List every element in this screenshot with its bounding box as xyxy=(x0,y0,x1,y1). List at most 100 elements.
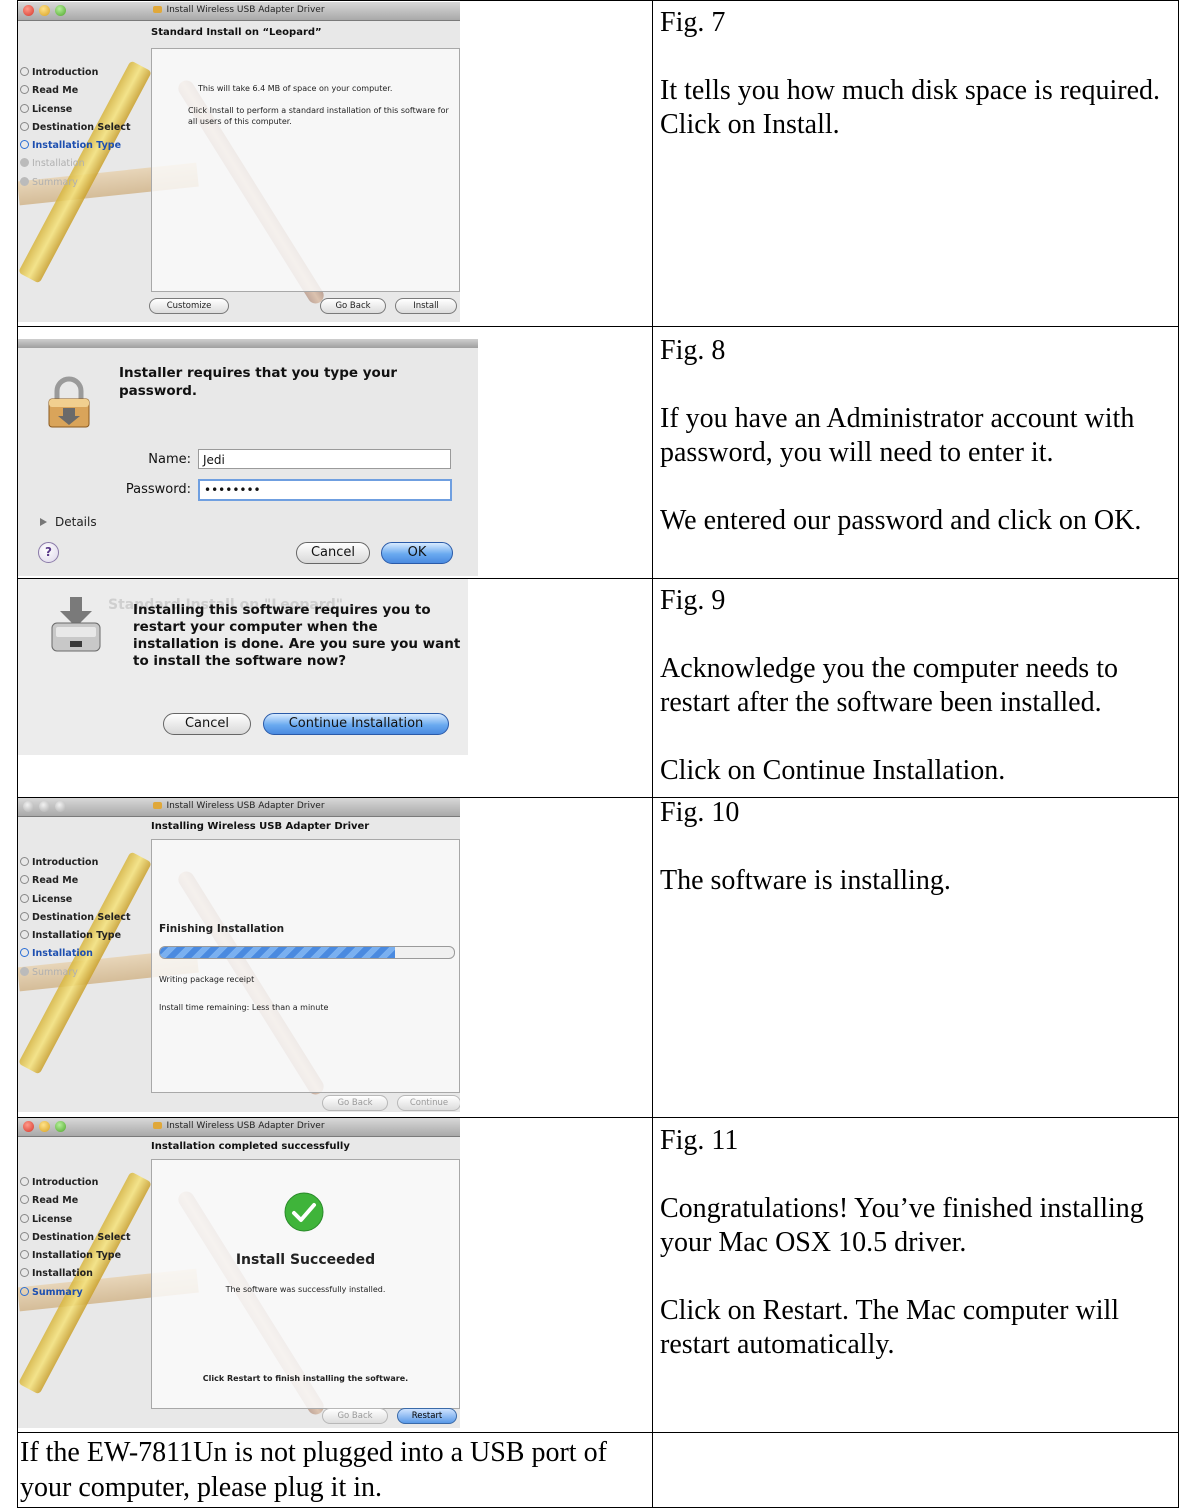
title-bar[interactable]: Install Wireless USB Adapter Driver xyxy=(18,2,460,21)
step-bullet-icon xyxy=(20,930,29,940)
cancel-button[interactable]: Cancel xyxy=(163,713,251,735)
step-bullet-icon xyxy=(20,911,29,921)
page-heading: Installation completed successfully xyxy=(151,1141,350,1152)
window-title: Install Wireless USB Adapter Driver xyxy=(18,1121,460,1131)
fig9-text-2: Click on Continue Installation. xyxy=(660,755,1006,786)
content-panel: Finishing Installation Writing package r… xyxy=(151,839,460,1093)
fig9-label: Fig. 9 xyxy=(660,585,726,616)
continue-button[interactable]: Continue xyxy=(397,1095,460,1111)
step-bullet-icon xyxy=(20,966,29,976)
step-installation-type: Installation Type xyxy=(20,1247,131,1265)
step-installation-type: Installation Type xyxy=(20,137,131,155)
step-license: License xyxy=(20,101,131,119)
package-icon xyxy=(153,802,163,809)
step-bullet-icon xyxy=(20,875,29,885)
name-field[interactable]: Jedi xyxy=(198,449,451,469)
cancel-button[interactable]: Cancel xyxy=(296,542,370,564)
step-bullet-icon xyxy=(20,1286,29,1296)
window-title: Install Wireless USB Adapter Driver xyxy=(18,801,460,811)
customize-button[interactable]: Customize xyxy=(149,298,229,314)
step-bullet-icon xyxy=(20,176,29,186)
row-divider-1 xyxy=(17,326,1179,327)
fig7-text: It tells you how much disk space is requ… xyxy=(660,75,1161,140)
step-destination-select: Destination Select xyxy=(20,1229,131,1247)
step-list: Introduction Read Me License Destination… xyxy=(20,1174,131,1302)
step-introduction: Introduction xyxy=(20,1174,131,1192)
go-back-button[interactable]: Go Back xyxy=(322,1408,388,1424)
password-field[interactable]: •••••••• xyxy=(198,479,452,501)
column-divider xyxy=(652,0,653,1508)
fig10-label: Fig. 10 xyxy=(660,797,740,828)
fig11-text-2: Click on Restart. The Mac computer will … xyxy=(660,1295,1120,1360)
fig10-description: Fig. 10 The software is installing. xyxy=(660,796,1175,898)
package-icon xyxy=(153,6,163,13)
table-border-bottom xyxy=(17,1507,1179,1508)
install-description-text: Click Install to perform a standard inst… xyxy=(188,106,449,126)
restart-message: Installing this software requires you to… xyxy=(133,602,461,669)
go-back-button[interactable]: Go Back xyxy=(322,1095,388,1111)
installer-disk-icon xyxy=(51,597,101,652)
ok-button[interactable]: OK xyxy=(381,542,453,564)
continue-installation-button[interactable]: Continue Installation xyxy=(263,713,449,735)
step-bullet-icon xyxy=(20,1250,29,1260)
step-bullet-icon xyxy=(20,1231,29,1241)
fig9-description: Fig. 9 Acknowledge you the computer need… xyxy=(660,584,1175,788)
step-introduction: Introduction xyxy=(20,64,131,82)
step-bullet-icon xyxy=(20,1177,29,1186)
fig7-description: Fig. 7 It tells you how much disk space … xyxy=(660,6,1175,142)
window-title: Install Wireless USB Adapter Driver xyxy=(18,5,460,15)
restart-button[interactable]: Restart xyxy=(397,1408,457,1424)
install-result: Install Succeeded xyxy=(235,1252,376,1268)
step-installation: Installation xyxy=(20,155,131,173)
status-text: Writing package receipt xyxy=(159,975,255,984)
step-bullet-icon xyxy=(20,1195,29,1205)
step-bullet-icon xyxy=(20,1213,29,1223)
help-button[interactable]: ? xyxy=(38,542,59,563)
step-bullet-icon xyxy=(20,67,29,76)
fig8-label: Fig. 8 xyxy=(660,335,726,366)
step-destination-select: Destination Select xyxy=(20,909,131,927)
progress-bar xyxy=(159,946,455,959)
fig8-text-1: If you have an Administrator account wit… xyxy=(660,403,1135,468)
installer-window-fig11: Install Wireless USB Adapter Driver Inst… xyxy=(18,1118,460,1428)
step-bullet-icon xyxy=(20,121,29,131)
checkmark-icon xyxy=(284,1192,324,1232)
fig10-text: The software is installing. xyxy=(660,865,951,896)
step-read-me: Read Me xyxy=(20,872,131,890)
step-license: License xyxy=(20,1211,131,1229)
document-page: Fig. 7 It tells you how much disk space … xyxy=(0,0,1181,1509)
password-label: Password: xyxy=(125,482,191,497)
install-phase: Finishing Installation xyxy=(159,923,285,935)
details-disclosure[interactable]: Details xyxy=(40,515,97,529)
step-destination-select: Destination Select xyxy=(20,119,131,137)
footer-text: If the EW-7811Un is not plugged into a U… xyxy=(20,1437,607,1503)
page-heading: Standard Install on “Leopard” xyxy=(151,27,322,38)
footer-note: If the EW-7811Un is not plugged into a U… xyxy=(20,1435,650,1505)
title-bar[interactable]: Install Wireless USB Adapter Driver xyxy=(18,798,460,817)
step-introduction: Introduction xyxy=(20,854,131,872)
name-label: Name: xyxy=(148,452,191,467)
step-list: Introduction Read Me License Destination… xyxy=(20,854,131,982)
authentication-dialog: Installer requires that you type your pa… xyxy=(18,339,478,576)
fig8-text-2: We entered our password and click on OK. xyxy=(660,505,1142,536)
installer-window-fig7: Install Wireless USB Adapter Driver Stan… xyxy=(18,2,460,322)
go-back-button[interactable]: Go Back xyxy=(320,298,386,314)
details-label: Details xyxy=(55,515,97,529)
restart-confirmation-sheet: Standard Install on "Leopard" Installing… xyxy=(18,579,468,755)
table-border-top xyxy=(17,0,1179,1)
time-remaining-text: Install time remaining: Less than a minu… xyxy=(159,1003,329,1012)
title-bar[interactable]: Install Wireless USB Adapter Driver xyxy=(18,1118,460,1137)
fig11-description: Fig. 11 Congratulations! You’ve finished… xyxy=(660,1124,1175,1362)
installer-window-fig10: Install Wireless USB Adapter Driver Inst… xyxy=(18,798,460,1112)
step-read-me: Read Me xyxy=(20,82,131,100)
auth-message: Installer requires that you type your pa… xyxy=(119,365,398,399)
step-summary: Summary xyxy=(20,1284,131,1302)
install-button[interactable]: Install xyxy=(395,298,457,314)
page-heading: Installing Wireless USB Adapter Driver xyxy=(151,821,370,832)
package-icon xyxy=(153,1122,163,1129)
content-panel: Install Succeeded The software was succe… xyxy=(151,1159,460,1409)
step-bullet-icon xyxy=(20,857,29,866)
step-bullet-icon xyxy=(20,103,29,113)
step-summary: Summary xyxy=(20,174,131,192)
step-bullet-icon xyxy=(20,158,29,168)
